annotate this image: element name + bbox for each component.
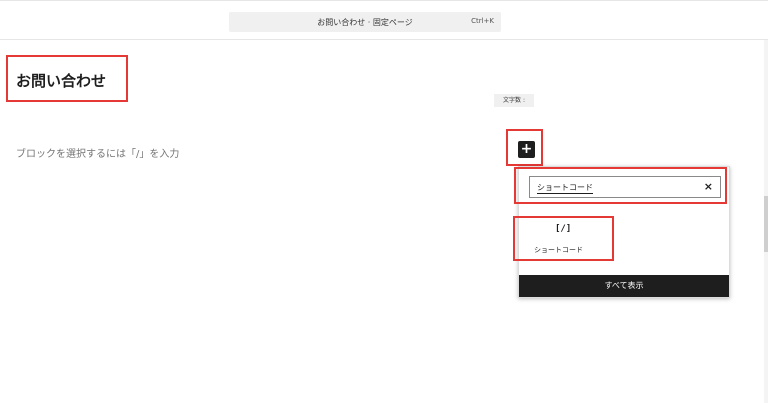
shortcode-block-label[interactable]: ショートコード bbox=[534, 245, 583, 255]
block-search-input[interactable]: ショートコード × bbox=[529, 176, 721, 198]
show-all-button[interactable]: すべて表示 bbox=[519, 275, 729, 297]
plus-icon: + bbox=[520, 141, 533, 157]
word-count-badge: 文字数 : bbox=[494, 94, 534, 107]
add-block-button[interactable]: + bbox=[518, 141, 535, 158]
close-icon[interactable]: × bbox=[704, 180, 713, 193]
block-placeholder[interactable]: ブロックを選択するには「/」を入力 bbox=[16, 145, 179, 160]
block-inserter-popover: ショートコード × [/] ショートコード すべて表示 bbox=[518, 166, 730, 298]
shortcode-icon[interactable]: [/] bbox=[555, 224, 571, 234]
editor-top-bar: お問い合わせ · 固定ページ Ctrl+K bbox=[0, 0, 768, 40]
command-palette-shortcut: Ctrl+K bbox=[471, 17, 494, 25]
block-search-value: ショートコード bbox=[537, 183, 593, 194]
scrollbar-thumb[interactable] bbox=[764, 196, 768, 252]
command-palette-title: お問い合わせ · 固定ページ bbox=[317, 18, 413, 27]
page-title[interactable]: お問い合わせ bbox=[16, 70, 106, 91]
command-palette-button[interactable]: お問い合わせ · 固定ページ Ctrl+K bbox=[229, 12, 501, 32]
